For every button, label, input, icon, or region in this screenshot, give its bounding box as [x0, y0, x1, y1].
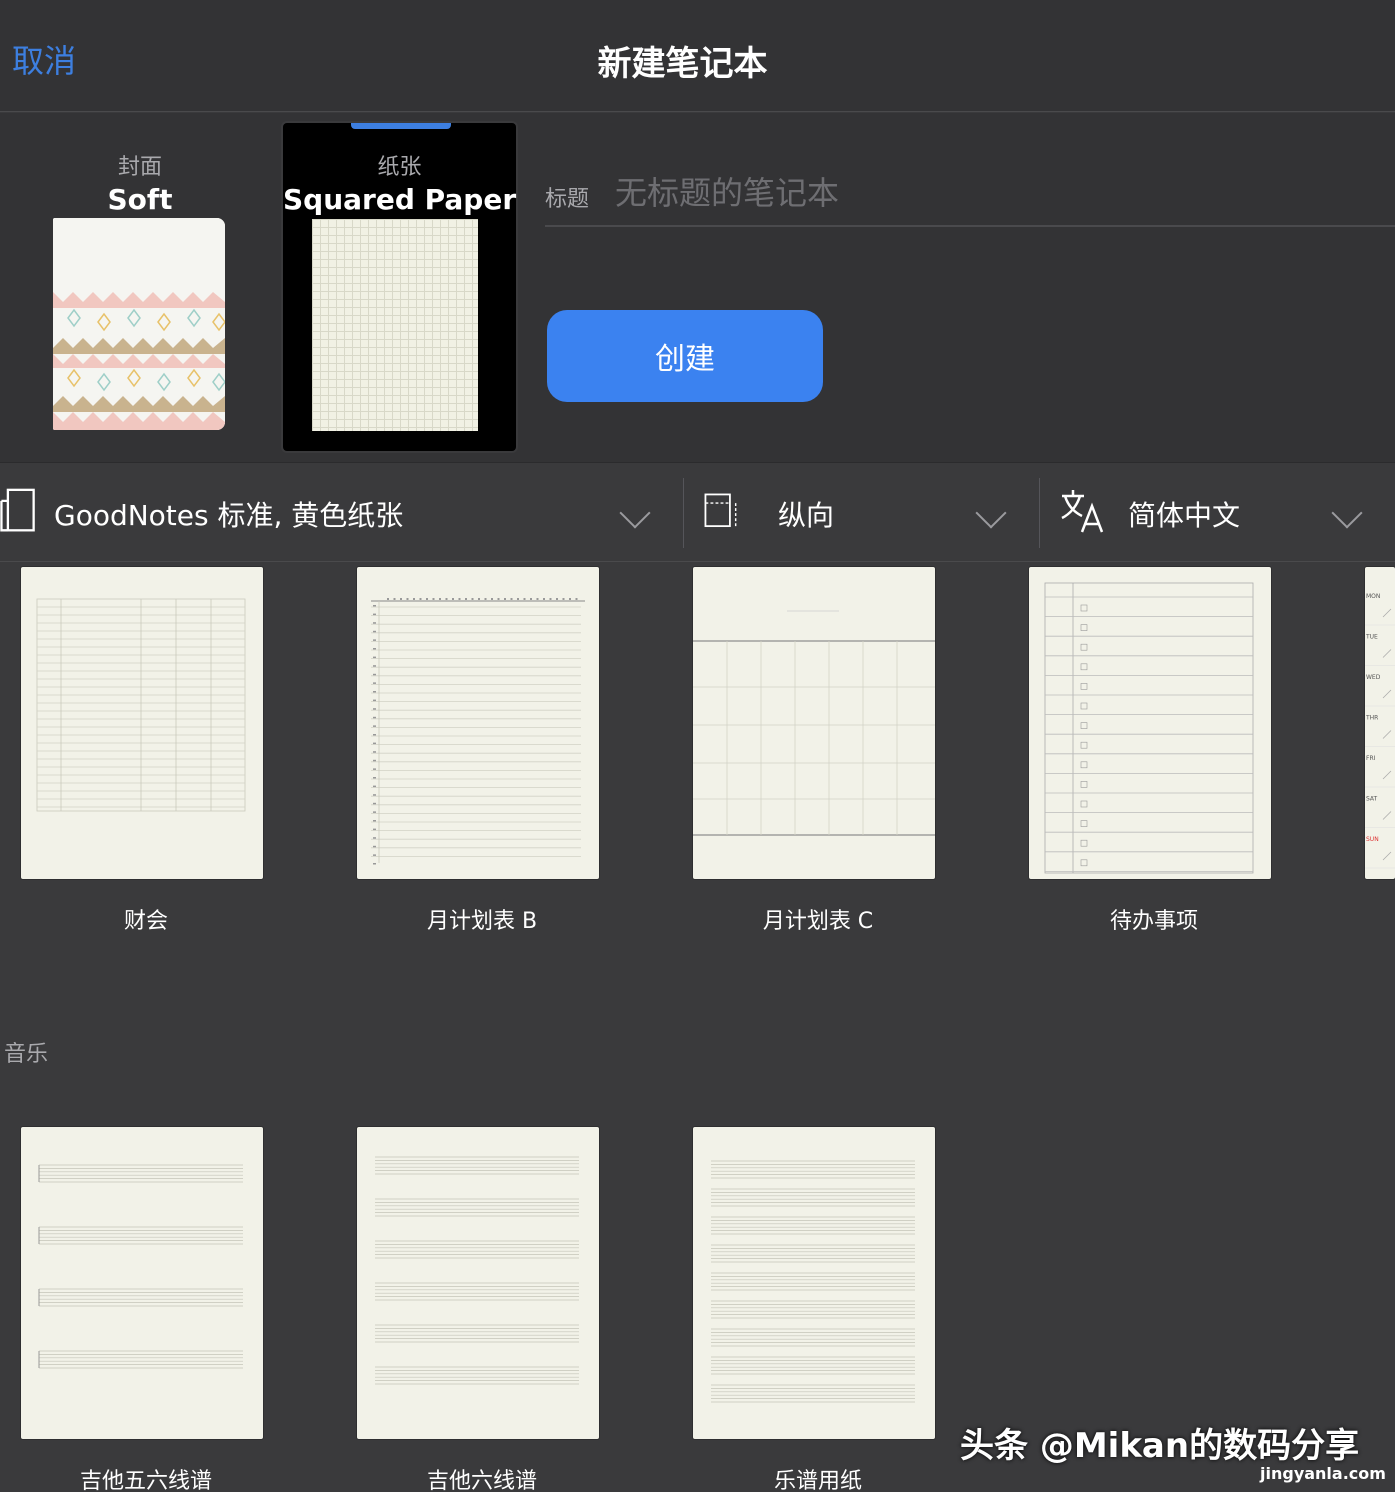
template-set-dropdown[interactable]: GoodNotes 标准, 黄色纸张 — [0, 464, 683, 562]
paper-thumbnail[interactable] — [312, 219, 478, 431]
template-guitar-tab-staff[interactable] — [21, 1127, 263, 1439]
template-weekly-partial[interactable]: MON TUE WED THR FRI SAT SUN — [1365, 567, 1395, 879]
weekday-label: THR — [1365, 715, 1378, 722]
page-title: 新建笔记本 — [597, 44, 768, 84]
template-label: 吉他六线谱 — [426, 1469, 537, 1492]
language-dropdown[interactable]: 简体中文 — [1040, 464, 1395, 562]
translate-icon — [1061, 490, 1104, 533]
template-label: 待办事项 — [1109, 909, 1198, 934]
weekday-label: TUE — [1365, 634, 1378, 641]
watermark-site: jingyanla.com — [1260, 1464, 1386, 1483]
template-monthly-planner-c[interactable] — [693, 567, 935, 879]
orientation-icon — [704, 493, 737, 528]
orientation-dropdown[interactable]: 纵向 — [684, 464, 1039, 562]
navigation-bar: 取消 新建笔记本 — [0, 0, 1395, 112]
weekday-label: SUN — [1366, 836, 1379, 843]
template-set-label: GoodNotes 标准, 黄色纸张 — [54, 499, 404, 532]
paper-picker[interactable]: 纸张 Squared Paper — [281, 121, 518, 453]
template-label: 月计划表 B — [426, 909, 538, 934]
create-button[interactable]: 创建 — [547, 310, 823, 402]
template-guitar-tab[interactable] — [357, 1127, 599, 1439]
language-label: 简体中文 — [1128, 499, 1241, 532]
orientation-label: 纵向 — [778, 499, 835, 532]
paper-value: Squared Paper — [283, 183, 517, 216]
weekday-label: FRI — [1366, 755, 1376, 762]
chevron-down-icon — [619, 497, 651, 529]
template-monthly-planner-b[interactable] — [357, 567, 599, 879]
template-label: 吉他五六线谱 — [79, 1469, 212, 1492]
cover-thumbnail[interactable] — [53, 218, 225, 430]
title-field: 标题 — [545, 163, 1395, 227]
cover-caption: 封面 — [117, 155, 162, 180]
template-label: 乐谱用纸 — [773, 1469, 862, 1492]
cover-picker[interactable]: 封面 Soft — [30, 149, 250, 430]
paper-caption: 纸张 — [377, 155, 422, 180]
chevron-down-icon — [975, 497, 1007, 529]
section-title-music: 音乐 — [4, 1042, 49, 1067]
template-accounting[interactable] — [21, 567, 263, 879]
template-label: 月计划表 C — [762, 909, 874, 934]
title-input[interactable] — [615, 171, 1315, 215]
title-label: 标题 — [545, 187, 590, 212]
template-todo[interactable] — [1029, 567, 1271, 879]
cover-value: Soft — [107, 183, 173, 216]
chevron-down-icon — [1331, 497, 1363, 529]
template-label: 财会 — [123, 909, 168, 934]
notebook-setup-panel: 封面 Soft 纸张 Squared Paper 标题 无标题的笔记本 创建 — [0, 113, 1395, 463]
weekday-label: MON — [1366, 593, 1380, 600]
selection-indicator — [351, 123, 451, 129]
template-set-icon — [0, 488, 35, 532]
watermark-text: 头条 @Mikan的数码分享 — [960, 1426, 1360, 1466]
template-filter-bar: GoodNotes 标准, 黄色纸张 纵向 简体中文 — [0, 464, 1395, 562]
template-music-paper[interactable] — [693, 1127, 935, 1439]
weekday-label: SAT — [1366, 796, 1378, 803]
weekday-label: WED — [1366, 674, 1381, 681]
